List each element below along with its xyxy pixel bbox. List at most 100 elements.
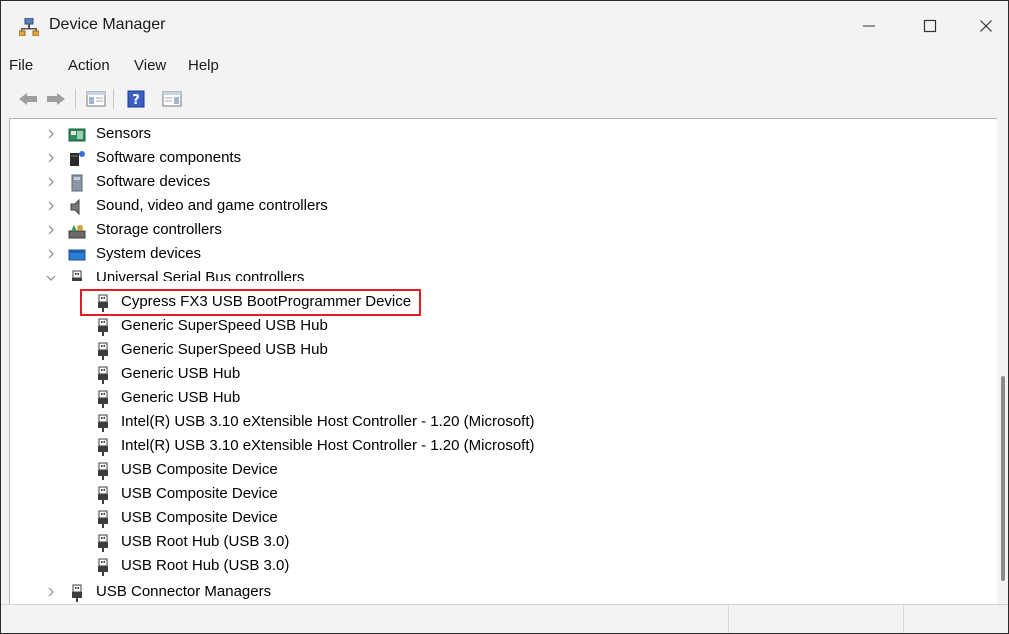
chevron-right-icon[interactable] <box>46 225 56 235</box>
chevron-right-icon[interactable] <box>46 153 56 163</box>
toolbar-separator <box>75 89 76 109</box>
properties-button[interactable] <box>161 89 183 109</box>
tree-item-label: Generic SuperSpeed USB Hub <box>121 317 328 334</box>
back-button[interactable] <box>17 89 39 109</box>
status-cell <box>728 605 904 633</box>
status-cell <box>903 605 1008 633</box>
chevron-right-icon[interactable] <box>46 129 56 139</box>
tree-item-usb-device[interactable]: Intel(R) USB 3.10 eXtensible Host Contro… <box>10 435 998 459</box>
usb-icon <box>72 270 82 281</box>
svg-text:?: ? <box>132 93 140 108</box>
menu-bar: File Action View Help <box>1 51 1008 81</box>
tree-item-label: USB Root Hub (USB 3.0) <box>121 533 290 550</box>
usb-icon <box>98 486 108 504</box>
chevron-right-icon[interactable] <box>46 177 56 187</box>
chevron-right-icon[interactable] <box>46 249 56 259</box>
usb-icon <box>98 390 108 408</box>
tree-item-usb-device[interactable]: USB Root Hub (USB 3.0) <box>10 531 998 555</box>
usb-icon <box>98 366 108 384</box>
tree-item-label: Software devices <box>96 173 211 190</box>
properties-icon <box>162 91 182 107</box>
device-manager-window: Device Manager File Action View Help ? S… <box>0 0 1009 634</box>
tree-item-label: USB Connector Managers <box>96 583 272 600</box>
tree-item-usb-device[interactable]: USB Composite Device <box>10 507 998 531</box>
usb-icon <box>98 438 108 456</box>
device-manager-app-icon <box>18 17 40 37</box>
tree-item-label: System devices <box>96 245 202 262</box>
tree-item-label: Generic SuperSpeed USB Hub <box>121 341 328 358</box>
tree-item-sensors[interactable]: Sensors <box>10 123 998 147</box>
tree-item-usb-device[interactable]: USB Composite Device <box>10 483 998 507</box>
help-icon: ? <box>127 90 145 108</box>
usb-icon <box>98 534 108 552</box>
close-icon <box>980 20 992 32</box>
tree-item-software-components[interactable]: Software components <box>10 147 998 171</box>
back-icon <box>19 93 37 105</box>
tree-item-label: Software components <box>96 149 242 166</box>
forward-button[interactable] <box>45 89 67 109</box>
tree-item-label: Intel(R) USB 3.10 eXtensible Host Contro… <box>121 437 535 454</box>
tree-item-sound-video-game-controllers[interactable]: Sound, video and game controllers <box>10 195 998 219</box>
tree-item-usb-controllers[interactable]: Universal Serial Bus controllers <box>10 267 998 281</box>
software-component-icon <box>70 151 85 166</box>
speaker-icon <box>70 198 80 216</box>
tree-item-label: Storage controllers <box>96 221 222 238</box>
tree-item-label: Generic USB Hub <box>121 365 241 382</box>
tree-item-usb-device[interactable]: Generic SuperSpeed USB Hub <box>10 315 998 339</box>
vertical-scrollbar[interactable] <box>997 118 1008 604</box>
storage-controller-icon <box>68 225 86 239</box>
menu-view[interactable]: View <box>134 57 166 74</box>
tree-item-usb-device[interactable]: USB Composite Device <box>10 459 998 483</box>
tree-item-usb-device[interactable]: Intel(R) USB 3.10 eXtensible Host Contro… <box>10 411 998 435</box>
tree-item-usb-connector-managers[interactable]: USB Connector Managers <box>10 581 998 605</box>
system-device-icon <box>68 249 86 261</box>
show-hide-console-tree-icon <box>86 91 106 107</box>
chevron-right-icon[interactable] <box>46 201 56 211</box>
menu-action[interactable]: Action <box>68 57 110 74</box>
tree-item-label: Universal Serial Bus controllers <box>96 269 305 281</box>
tree-item-software-devices[interactable]: Software devices <box>10 171 998 195</box>
menu-help[interactable]: Help <box>188 57 219 74</box>
toolbar: ? <box>1 81 1008 117</box>
scrollbar-thumb[interactable] <box>1001 376 1005 581</box>
usb-icon <box>98 510 108 528</box>
window-title: Device Manager <box>49 16 166 33</box>
usb-icon <box>72 584 82 602</box>
chevron-right-icon[interactable] <box>46 587 56 597</box>
tree-item-usb-device[interactable]: Generic SuperSpeed USB Hub <box>10 339 998 363</box>
tree-item-usb-device[interactable]: Generic USB Hub <box>10 387 998 411</box>
maximize-icon <box>923 19 937 33</box>
device-tree[interactable]: Sensors Software components Software dev… <box>9 118 998 605</box>
tree-item-usb-device[interactable]: Generic USB Hub <box>10 363 998 387</box>
maximize-button[interactable] <box>902 1 958 51</box>
toolbar-separator <box>113 89 114 109</box>
help-button[interactable]: ? <box>125 89 147 109</box>
show-hide-console-tree-button[interactable] <box>85 89 107 109</box>
menu-file[interactable]: File <box>9 57 33 74</box>
close-button[interactable] <box>958 1 1008 51</box>
tree-item-usb-device[interactable]: USB Root Hub (USB 3.0) <box>10 555 998 579</box>
tree-item-label: USB Composite Device <box>121 485 278 502</box>
tree-item-label: Intel(R) USB 3.10 eXtensible Host Contro… <box>121 413 535 430</box>
sensor-icon <box>68 128 86 142</box>
tree-item-label: Sensors <box>96 125 152 142</box>
tree-item-storage-controllers[interactable]: Storage controllers <box>10 219 998 243</box>
forward-icon <box>47 93 65 105</box>
usb-icon <box>98 318 108 336</box>
usb-icon <box>98 414 108 432</box>
usb-icon <box>98 342 108 360</box>
highlight-box <box>80 289 421 316</box>
minimize-icon <box>863 25 875 27</box>
tree-item-label: USB Composite Device <box>121 509 278 526</box>
software-device-icon <box>71 174 83 192</box>
chevron-down-icon[interactable] <box>46 273 56 281</box>
tree-item-system-devices[interactable]: System devices <box>10 243 998 267</box>
tree-item-label: Sound, video and game controllers <box>96 197 328 214</box>
minimize-button[interactable] <box>841 1 897 51</box>
status-bar <box>1 604 1008 633</box>
usb-icon <box>98 558 108 576</box>
usb-icon <box>98 462 108 480</box>
title-bar: Device Manager <box>1 1 1008 51</box>
tree-item-label: USB Root Hub (USB 3.0) <box>121 557 290 574</box>
tree-item-label: USB Composite Device <box>121 461 278 478</box>
